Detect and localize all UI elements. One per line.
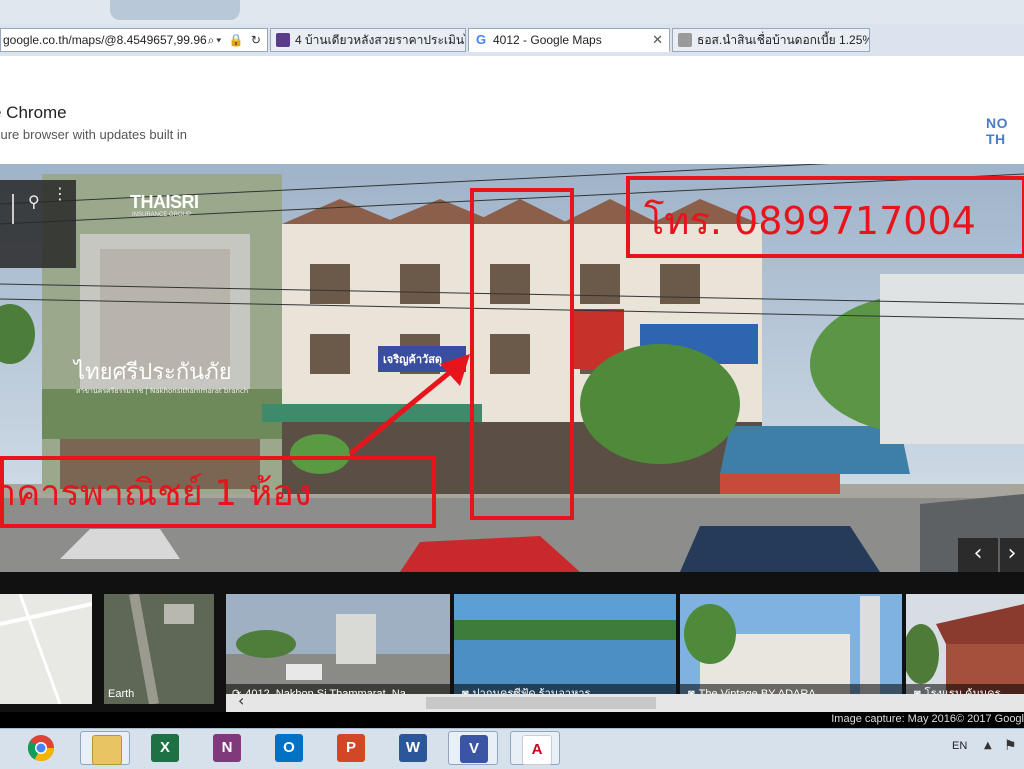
streetview-thumbnail[interactable]: ⟳4012, Nakhon Si Thammarat, Na...	[226, 594, 450, 704]
tab-favicon-icon	[678, 33, 692, 47]
shophouse-annotation-text: าคารพาณิชย์ 1 ห้อง	[0, 473, 312, 514]
google-favicon-icon: G	[475, 32, 487, 47]
divider	[12, 194, 14, 224]
tab-label: 4 บ้านเดียวหลังสวยราคาประเมินไ...	[295, 33, 466, 47]
map-thumbnail-drawing	[0, 594, 92, 704]
window-top-strip	[0, 0, 1024, 24]
action-center-flag-icon[interactable]: ⚑	[1004, 738, 1017, 754]
next-photo-button[interactable]: ›	[1000, 538, 1024, 572]
address-bar[interactable]: google.co.th/maps/@8.4549657,99.96 ⌕▾ 🔒 …	[0, 28, 268, 52]
excel-icon: X	[151, 734, 179, 762]
tab-google-maps[interactable]: G 4012 - Google Maps ✕	[468, 28, 670, 52]
copyright-text: © 2017 Googl	[955, 713, 1024, 725]
taskbar-word[interactable]: W	[388, 731, 438, 765]
streetview-controls: ⚲ ⋮	[0, 180, 76, 268]
tab-loan[interactable]: ธอส.นำสินเชื่อบ้านดอกเบี้ย 1.25%...	[672, 28, 870, 52]
tab-label: ธอส.นำสินเชื่อบ้านดอกเบี้ย 1.25%...	[697, 33, 870, 47]
taskbar-file-explorer[interactable]	[80, 731, 130, 765]
banner-subtitle: cure browser with updates built in	[0, 127, 187, 142]
banner-title: e Chrome	[0, 103, 67, 122]
taskbar-onenote[interactable]: N	[202, 731, 252, 765]
address-text: google.co.th/maps/@8.4549657,99.96	[3, 33, 207, 47]
scroll-left-button[interactable]: ‹	[238, 691, 244, 710]
acrobat-icon: A	[522, 735, 552, 765]
phone-annotation-text: โทร. 0899717004	[644, 199, 976, 243]
word-icon: W	[399, 734, 427, 762]
tab-label: 4012 - Google Maps	[493, 33, 602, 47]
prev-photo-button[interactable]: ‹	[958, 538, 998, 572]
outlook-icon: O	[275, 734, 303, 762]
chrome-icon	[27, 735, 55, 762]
sign-thai-small: สาขานครศรีธรรมราช | Nakhonsithammarat br…	[76, 387, 249, 395]
tab-close-icon[interactable]: ✕	[652, 29, 663, 51]
earth-thumbnail[interactable]: Earth	[104, 594, 214, 704]
earth-label: Earth	[108, 688, 135, 700]
browser-toolbar	[0, 56, 1024, 87]
photo-thumbnail-hotel[interactable]: ◙โรงแรม คุ้มนคร	[906, 594, 1024, 704]
street-view-panorama[interactable]: THAISRI INSURANCE GROUP ไทยศรีประกันภัย …	[0, 164, 1024, 572]
taskbar-acrobat[interactable]: A	[510, 731, 560, 765]
powerpoint-icon: P	[337, 734, 365, 762]
photo-thumbnail-vintage[interactable]: ◙The Vintage BY ADARA	[680, 594, 902, 704]
address-controls[interactable]: ⌕▾ 🔒 ↻	[208, 29, 263, 51]
banner-dismiss-button[interactable]: NO TH	[986, 115, 1024, 147]
scroll-thumb[interactable]	[426, 697, 656, 709]
folder-icon	[92, 735, 122, 765]
more-options-icon[interactable]: ⋮	[52, 186, 68, 202]
taskbar-powerpoint[interactable]: P	[326, 731, 376, 765]
sign-company-name: THAISRI	[130, 192, 199, 212]
tab-listing[interactable]: 4 บ้านเดียวหลังสวยราคาประเมินไ...	[270, 28, 466, 52]
chrome-promo-banner	[0, 86, 1024, 164]
tray-up-arrow-icon[interactable]: ▲	[984, 740, 992, 751]
onenote-icon: N	[213, 734, 241, 762]
taskbar-visio[interactable]: V	[448, 731, 498, 765]
photo-filmstrip: Earth ⟳4012, Nakhon Si Thammarat, Na... …	[0, 572, 1024, 718]
sign-thai-name: ไทยศรีประกันภัย	[74, 360, 232, 385]
language-indicator[interactable]: EN	[952, 740, 967, 752]
tab-favicon-icon	[276, 33, 290, 47]
taskbar-chrome[interactable]	[16, 731, 66, 765]
photo-thumbnail-seafood[interactable]: ◙ปากนครซีฟู้ด ร้านอาหาร	[454, 594, 676, 704]
taskbar-excel[interactable]: X	[140, 731, 190, 765]
annotation-arrow	[348, 354, 470, 456]
visio-icon: V	[460, 735, 488, 763]
filmstrip-scrollbar[interactable]: ‹	[226, 691, 1024, 712]
location-pin-icon[interactable]: ⚲	[28, 192, 40, 211]
image-capture-date: Image capture: May 2016	[831, 713, 956, 725]
taskbar-outlook[interactable]: O	[264, 731, 314, 765]
map-thumbnail[interactable]	[0, 594, 92, 704]
sign-company-subtitle: INSURANCE GROUP	[132, 212, 192, 218]
